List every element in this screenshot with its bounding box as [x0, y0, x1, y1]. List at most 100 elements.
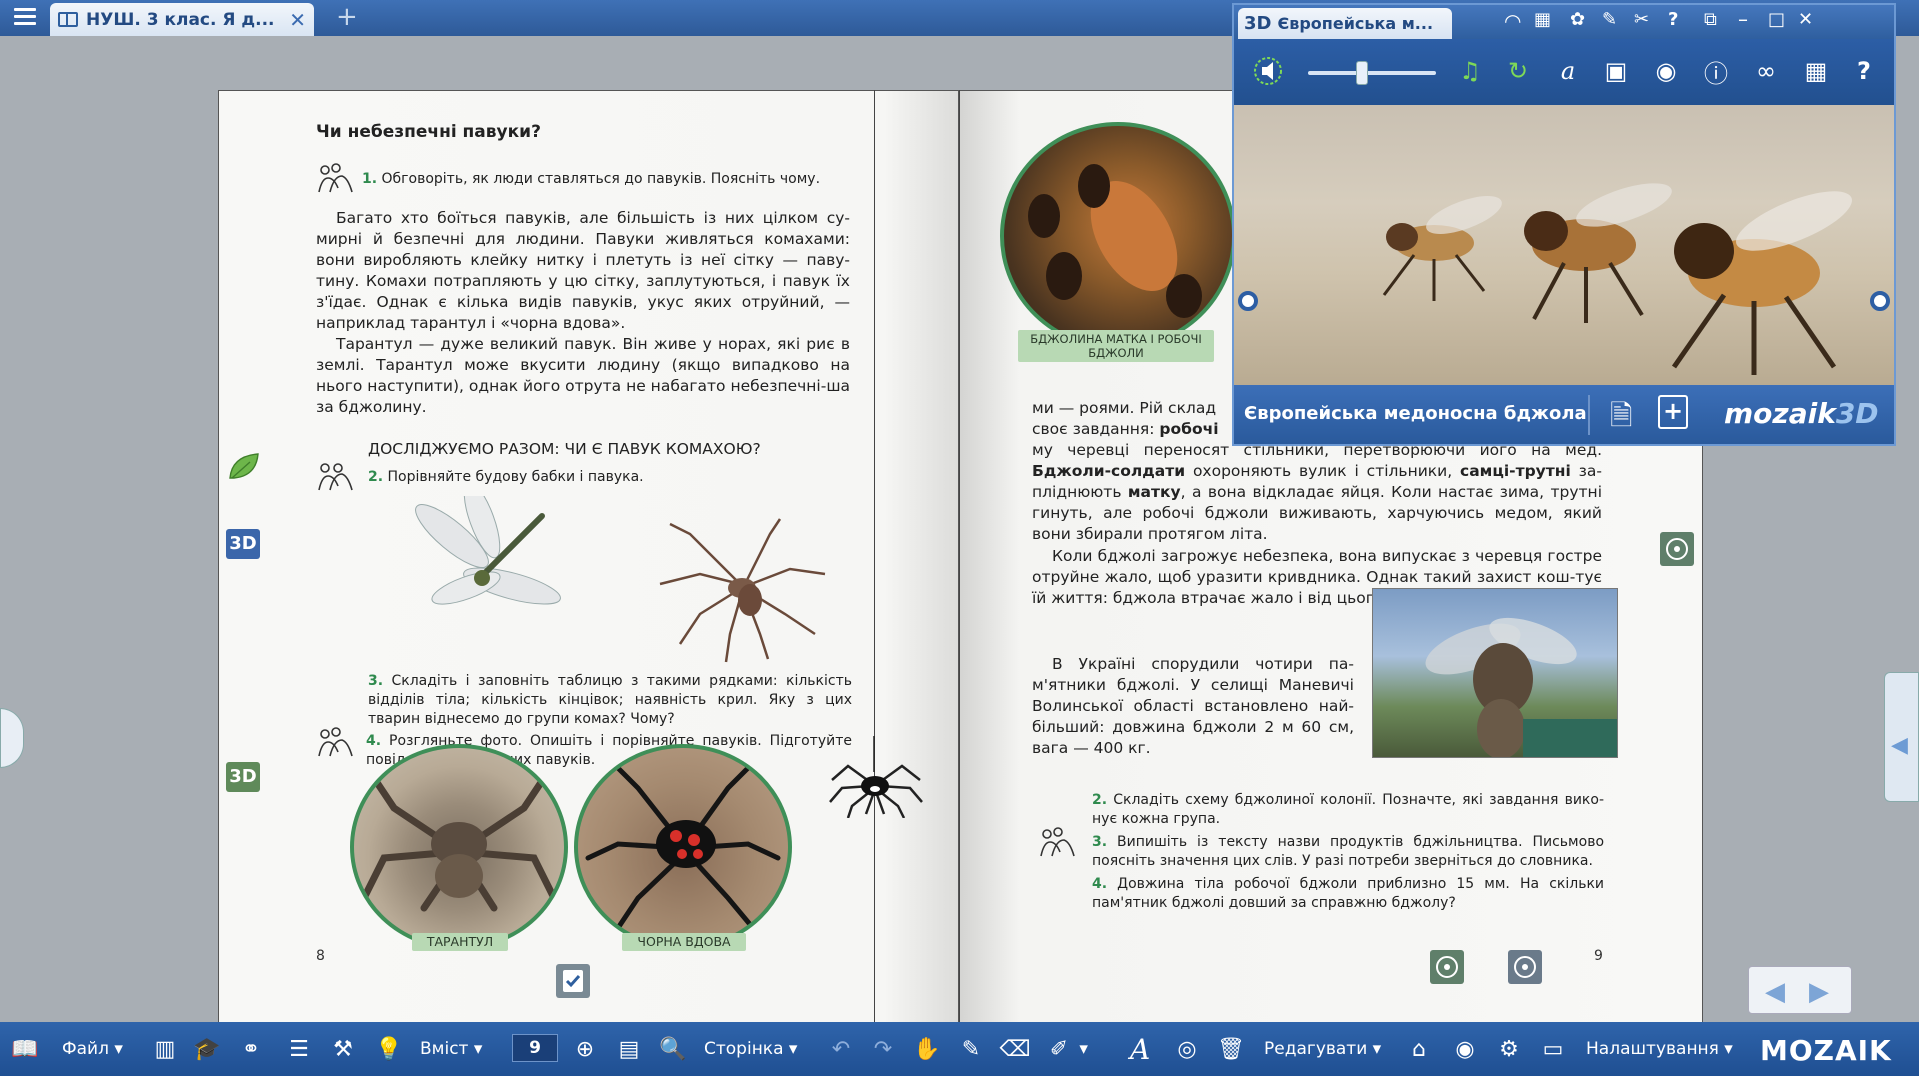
rotate-icon[interactable]: ↻ — [1502, 55, 1534, 87]
queen-bee-photo — [1000, 122, 1236, 350]
page-number-input[interactable]: 9 — [512, 1034, 558, 1062]
page-spine-line — [959, 90, 960, 1044]
sound-icon[interactable] — [1252, 55, 1284, 87]
lasso-button[interactable]: ◎ — [1172, 1032, 1202, 1066]
minimize-icon[interactable]: – — [1738, 7, 1748, 31]
close-icon[interactable]: ✕ — [1798, 9, 1813, 30]
book-menu-button[interactable]: 📖 — [10, 1032, 40, 1066]
menu-button[interactable] — [8, 4, 42, 32]
black-widow-shape — [585, 765, 781, 931]
redo-button[interactable]: ↷ — [868, 1032, 898, 1066]
tools-icon[interactable]: ✂ — [1634, 9, 1649, 30]
share-icon[interactable]: ✿ — [1570, 9, 1585, 30]
model-name: Європейська медоносна бджола — [1244, 403, 1587, 424]
education-button[interactable]: 🎓 — [192, 1032, 222, 1066]
volume-slider-knob[interactable] — [1355, 61, 1368, 85]
undo-button[interactable]: ↶ — [826, 1032, 856, 1066]
pages-icon: ▥ — [154, 1036, 176, 1062]
page-heading: Чи небезпечні павуки? — [316, 122, 541, 142]
pens-icon: ✐ — [1049, 1036, 1069, 1062]
display-button[interactable]: ▭ — [1538, 1032, 1568, 1066]
page-view-button[interactable]: ▥ — [150, 1032, 180, 1066]
edit-menu[interactable]: Редагувати ▾ — [1264, 1032, 1381, 1066]
keyboard-icon[interactable]: ▦ — [1534, 9, 1551, 30]
hand-button[interactable]: ✋ — [912, 1032, 942, 1066]
labels-icon[interactable]: a — [1552, 55, 1584, 87]
3d-window-tab[interactable]: 3D Європейська м... — [1238, 8, 1452, 39]
paragraph-spiders: Багато хто боїться павуків, але більшіст… — [316, 209, 851, 416]
tab-close-button[interactable]: ✕ — [289, 8, 306, 32]
grid-icon[interactable]: ▦ — [1800, 55, 1832, 87]
cutaway-icon[interactable]: ▣ — [1600, 55, 1632, 87]
next-page-arrow-icon[interactable]: ▶ — [1809, 977, 1829, 1007]
video-button[interactable] — [1508, 950, 1542, 984]
3d-scene-view[interactable] — [1234, 105, 1894, 385]
camera-icon: ◉ — [1455, 1036, 1475, 1062]
screenshot-button[interactable]: ◉ — [1450, 1032, 1480, 1066]
wifi-icon[interactable]: ◠ — [1504, 9, 1521, 33]
delete-button[interactable]: 🗑 — [1216, 1032, 1246, 1066]
document-icon[interactable]: 🗎 — [1610, 395, 1633, 443]
paragraph-monument: В Україні спорудили чотири па-м'ятники б… — [1032, 655, 1354, 757]
checklist-button[interactable] — [556, 964, 590, 998]
right-task-2: 2. Складіть схему бджолиної колонії. Поз… — [1092, 792, 1604, 827]
add-icon[interactable]: + — [1658, 395, 1688, 429]
notes-icon: ☰ — [289, 1036, 309, 1062]
settings-menu[interactable]: Налаштування ▾ — [1586, 1032, 1733, 1066]
marker-icon: ✎ — [961, 1036, 981, 1062]
animation-button[interactable] — [1430, 950, 1464, 984]
tarantula-shape — [360, 774, 558, 912]
bee-monument-photo — [1372, 588, 1618, 758]
black-widow-label: ЧОРНА ВДОВА — [622, 933, 746, 951]
undo-icon: ↶ — [831, 1036, 851, 1062]
volume-slider[interactable] — [1308, 61, 1436, 85]
document-tab[interactable]: НУШ. 3 клас. Я д... ✕ — [50, 3, 314, 36]
two-page-button[interactable]: ▤ — [614, 1032, 644, 1066]
prev-page-arrow-icon[interactable]: ◀ — [1765, 977, 1785, 1007]
bee-models — [1382, 183, 1852, 375]
pen-icon[interactable]: ✎ — [1602, 9, 1617, 30]
home-icon: ⌂ — [1412, 1036, 1426, 1062]
hint-button[interactable]: 💡 — [374, 1032, 404, 1066]
binoculars-button[interactable]: ⚭ — [236, 1032, 266, 1066]
leaf-icon[interactable] — [226, 448, 262, 484]
settings-gear-button[interactable]: ⚙ — [1494, 1032, 1524, 1066]
music-icon[interactable]: ♫ — [1454, 55, 1486, 87]
page-menu[interactable]: Сторінка ▾ — [704, 1032, 797, 1066]
page-navigation: ◀ ▶ — [1748, 966, 1852, 1014]
nav-dot-left[interactable] — [1238, 291, 1258, 311]
content-menu[interactable]: Вміст ▾ — [420, 1032, 482, 1066]
file-menu[interactable]: Файл ▾ — [62, 1032, 123, 1066]
text-button[interactable]: A — [1130, 1032, 1150, 1066]
zoom-button[interactable]: 🔍 — [658, 1032, 688, 1066]
help-icon[interactable]: ? — [1668, 9, 1678, 30]
tools-button[interactable]: ⚒ — [328, 1032, 358, 1066]
new-tab-button[interactable]: + — [336, 2, 358, 32]
maximize-icon[interactable]: □ — [1768, 9, 1785, 30]
spider-image — [659, 518, 826, 663]
3d-model-button[interactable]: 3D — [226, 529, 260, 559]
3d-viewer-window: 3D Європейська м... ◠ ▦ ✿ ✎ ✂ ? ⧉ – □ ✕ … — [1232, 3, 1896, 446]
tarantula-label: ТАРАНТУЛ — [412, 933, 508, 951]
info-icon[interactable]: ⓘ — [1700, 55, 1732, 88]
3d-model-button-2[interactable]: 3D — [226, 762, 260, 792]
marker-button[interactable]: ✎ — [956, 1032, 986, 1066]
eraser-button[interactable]: ⌫ — [999, 1032, 1030, 1066]
notes-button[interactable]: ☰ — [284, 1032, 314, 1066]
menu-icon — [14, 8, 36, 11]
media-button[interactable] — [1660, 532, 1694, 566]
nav-dot-right[interactable] — [1870, 291, 1890, 311]
popout-icon[interactable]: ⧉ — [1704, 9, 1717, 30]
collapse-arrow-icon[interactable]: ◀ — [1891, 733, 1908, 758]
bees-shape — [1028, 164, 1202, 318]
add-page-button[interactable]: ⊕ — [570, 1032, 600, 1066]
camera-icon[interactable]: ◉ — [1650, 55, 1682, 87]
link-icon[interactable]: ∞ — [1750, 55, 1782, 87]
lasso-icon: ◎ — [1177, 1036, 1197, 1062]
help-icon[interactable]: ? — [1848, 55, 1880, 87]
3d-window-footer: Європейська медоносна бджола 🗎 + mozaik3… — [1234, 385, 1894, 444]
pens-button[interactable]: ✐ ▾ — [1044, 1032, 1088, 1066]
home-button[interactable]: ⌂ — [1404, 1032, 1434, 1066]
right-side-panel[interactable]: ◀ — [1884, 672, 1919, 802]
left-panel-handle[interactable] — [0, 708, 24, 768]
